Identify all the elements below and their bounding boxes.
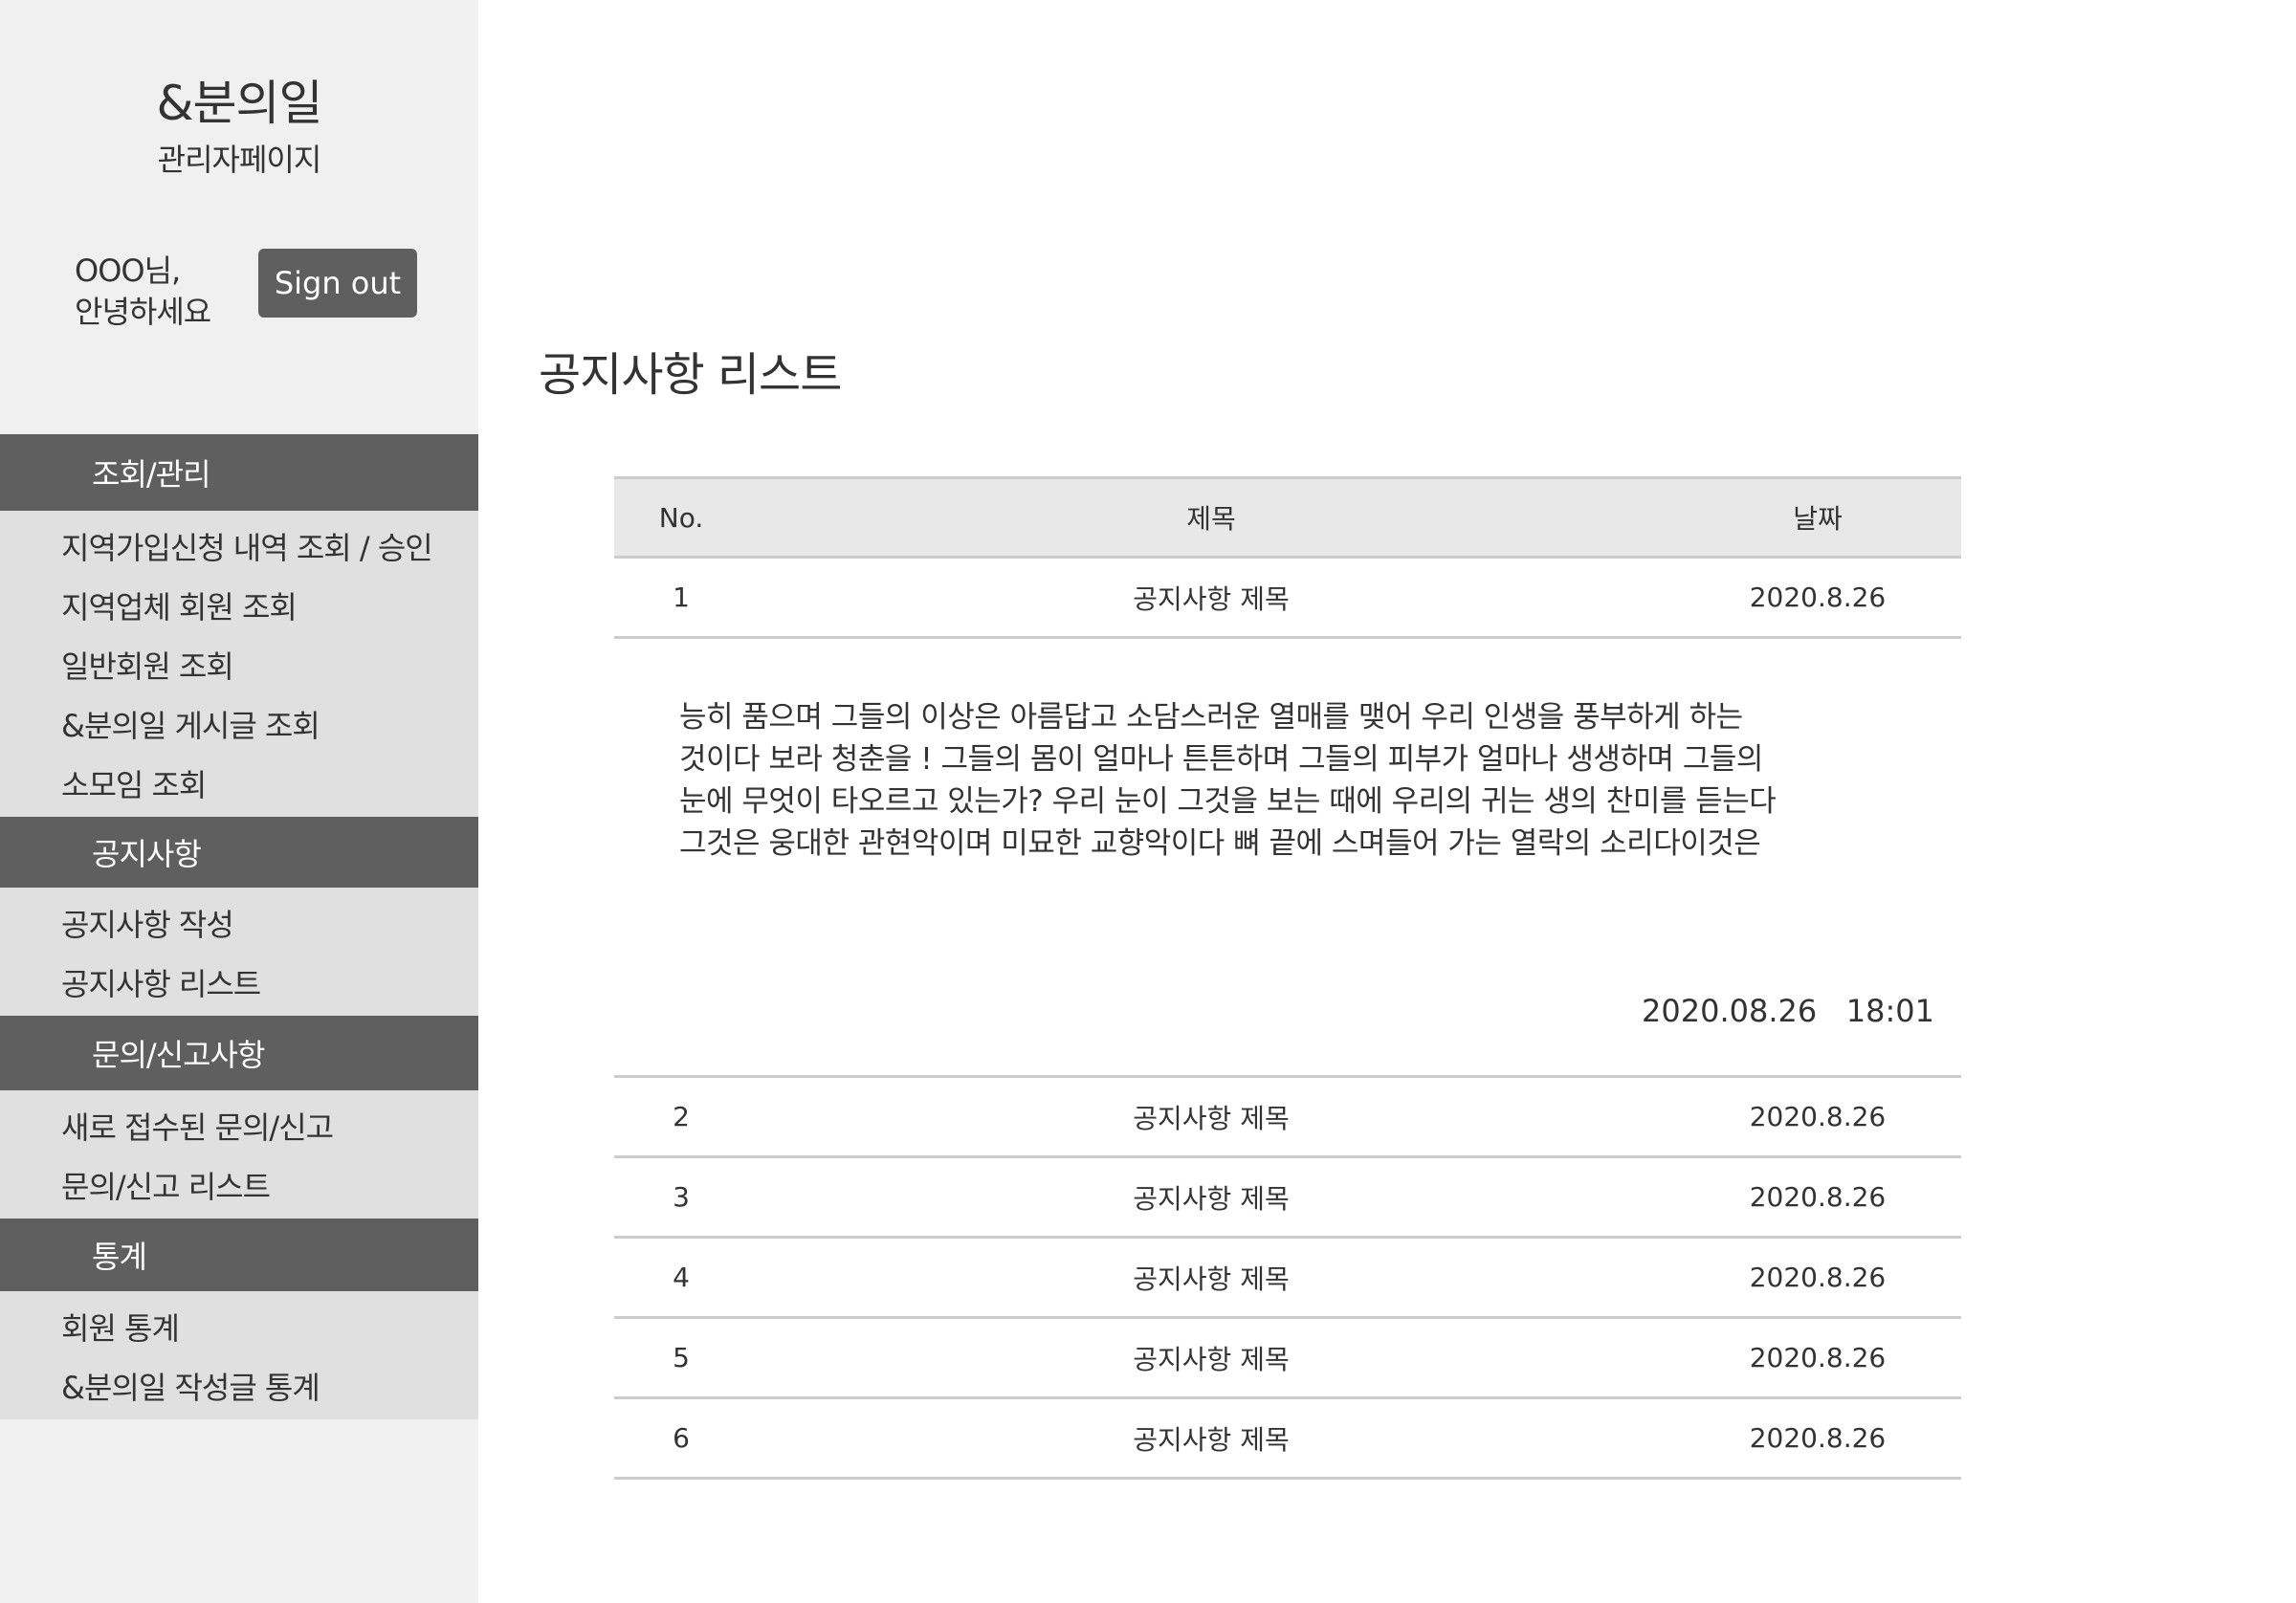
row-title[interactable]: 공지사항 제목 <box>748 1259 1674 1297</box>
sidebar-nav: 조회/관리 지역가입신청 내역 조회 / 승인 지역업체 회원 조회 일반회원 … <box>0 434 478 1419</box>
notice-body: 능히 품으며 그들의 이상은 아름답고 소담스러운 열매를 맺어 우리 인생을 … <box>679 696 1885 865</box>
table-header: No. 제목 날짜 <box>614 476 1961 559</box>
row-date: 2020.8.26 <box>1749 1181 1887 1213</box>
nav-item-posts[interactable]: &분의일 게시글 조회 <box>0 694 478 754</box>
table-row[interactable]: 3 공지사항 제목 2020.8.26 <box>614 1158 1961 1239</box>
nav-section-items: 공지사항 작성 공지사항 리스트 <box>0 888 478 1016</box>
greeting-text: 안녕하세요 <box>75 294 211 330</box>
nav-item-new-inquiries[interactable]: 새로 접수된 문의/신고 <box>0 1096 478 1155</box>
row-title[interactable]: 공지사항 제목 <box>748 1178 1674 1217</box>
page-title: 공지사항 리스트 <box>539 348 842 402</box>
table-row[interactable]: 4 공지사항 제목 2020.8.26 <box>614 1239 1961 1319</box>
nav-section-inquiries-reports[interactable]: 문의/신고사항 <box>0 1016 478 1090</box>
user-greeting: OOO님, 안녕하세요 <box>75 251 211 333</box>
nav-section-notices[interactable]: 공지사항 <box>0 817 478 888</box>
table-row[interactable]: 5 공지사항 제목 2020.8.26 <box>614 1319 1961 1399</box>
row-date: 2020.8.26 <box>1749 582 1887 613</box>
nav-section-statistics[interactable]: 통계 <box>0 1219 478 1291</box>
table-row[interactable]: 2 공지사항 제목 2020.8.26 <box>614 1078 1961 1158</box>
row-no: 5 <box>673 1342 690 1373</box>
column-header-no: No. <box>658 501 704 534</box>
notice-body-line: 능히 품으며 그들의 이상은 아름답고 소담스러운 열매를 맺어 우리 인생을 … <box>679 700 1743 735</box>
row-no: 3 <box>673 1181 690 1213</box>
row-no: 1 <box>673 582 690 613</box>
nav-section-items: 새로 접수된 문의/신고 문의/신고 리스트 <box>0 1090 478 1219</box>
row-no: 6 <box>673 1422 690 1454</box>
nav-section-items: 회원 통계 &분의일 작성글 통계 <box>0 1291 478 1419</box>
sign-out-button[interactable]: Sign out <box>258 249 417 318</box>
notice-table: No. 제목 날짜 1 공지사항 제목 2020.8.26 능히 품으며 그들의… <box>614 476 1961 1480</box>
row-title[interactable]: 공지사항 제목 <box>748 579 1674 617</box>
row-date: 2020.8.26 <box>1749 1422 1887 1454</box>
row-date: 2020.8.26 <box>1749 1342 1887 1373</box>
table-row[interactable]: 1 공지사항 제목 2020.8.26 <box>614 559 1961 639</box>
nav-item-general-members[interactable]: 일반회원 조회 <box>0 635 478 694</box>
row-title[interactable]: 공지사항 제목 <box>748 1339 1674 1377</box>
nav-item-notice-list[interactable]: 공지사항 리스트 <box>0 953 478 1012</box>
nav-item-inquiry-list[interactable]: 문의/신고 리스트 <box>0 1155 478 1215</box>
column-header-date: 날짜 <box>1793 503 1843 535</box>
row-title[interactable]: 공지사항 제목 <box>748 1419 1674 1458</box>
row-date: 2020.8.26 <box>1749 1101 1887 1132</box>
notice-body-line: 그것은 웅대한 관현악이며 미묘한 교향악이다 뼈 끝에 스며들어 가는 열락의… <box>679 826 1761 861</box>
notice-body-line: 눈에 무엇이 타오르고 있는가? 우리 눈이 그것을 보는 때에 우리의 귀는 … <box>679 784 1777 819</box>
nav-item-post-stats[interactable]: &분의일 작성글 통계 <box>0 1356 478 1416</box>
row-no: 2 <box>673 1101 690 1132</box>
nav-item-region-signup-approval[interactable]: 지역가입신청 내역 조회 / 승인 <box>0 516 478 576</box>
greeting-username: OOO님, <box>75 253 181 289</box>
notice-timestamp: 2020.08.26 18:01 <box>1642 993 1934 1029</box>
nav-item-write-notice[interactable]: 공지사항 작성 <box>0 893 478 953</box>
brand-logo[interactable]: &분의일 <box>0 65 478 134</box>
nav-item-member-stats[interactable]: 회원 통계 <box>0 1297 478 1356</box>
nav-section-items: 지역가입신청 내역 조회 / 승인 지역업체 회원 조회 일반회원 조회 &분의… <box>0 511 478 817</box>
row-title[interactable]: 공지사항 제목 <box>748 1098 1674 1136</box>
sidebar: &분의일 관리자페이지 OOO님, 안녕하세요 Sign out 조회/관리 지… <box>0 0 478 1603</box>
notice-body-line: 것이다 보라 청춘을 ! 그들의 몸이 얼마나 튼튼하며 그들의 피부가 얼마나… <box>679 742 1763 777</box>
column-header-title: 제목 <box>1186 503 1236 535</box>
table-row[interactable]: 6 공지사항 제목 2020.8.26 <box>614 1399 1961 1480</box>
expanded-notice-detail: 능히 품으며 그들의 이상은 아름답고 소담스러운 열매를 맺어 우리 인생을 … <box>614 639 1961 1078</box>
nav-section-lookup-manage[interactable]: 조회/관리 <box>0 434 478 511</box>
brand-subtitle: 관리자페이지 <box>157 142 322 178</box>
nav-item-region-business-members[interactable]: 지역업체 회원 조회 <box>0 576 478 635</box>
row-date: 2020.8.26 <box>1749 1262 1887 1293</box>
nav-item-small-groups[interactable]: 소모임 조회 <box>0 754 478 813</box>
row-no: 4 <box>673 1262 690 1293</box>
